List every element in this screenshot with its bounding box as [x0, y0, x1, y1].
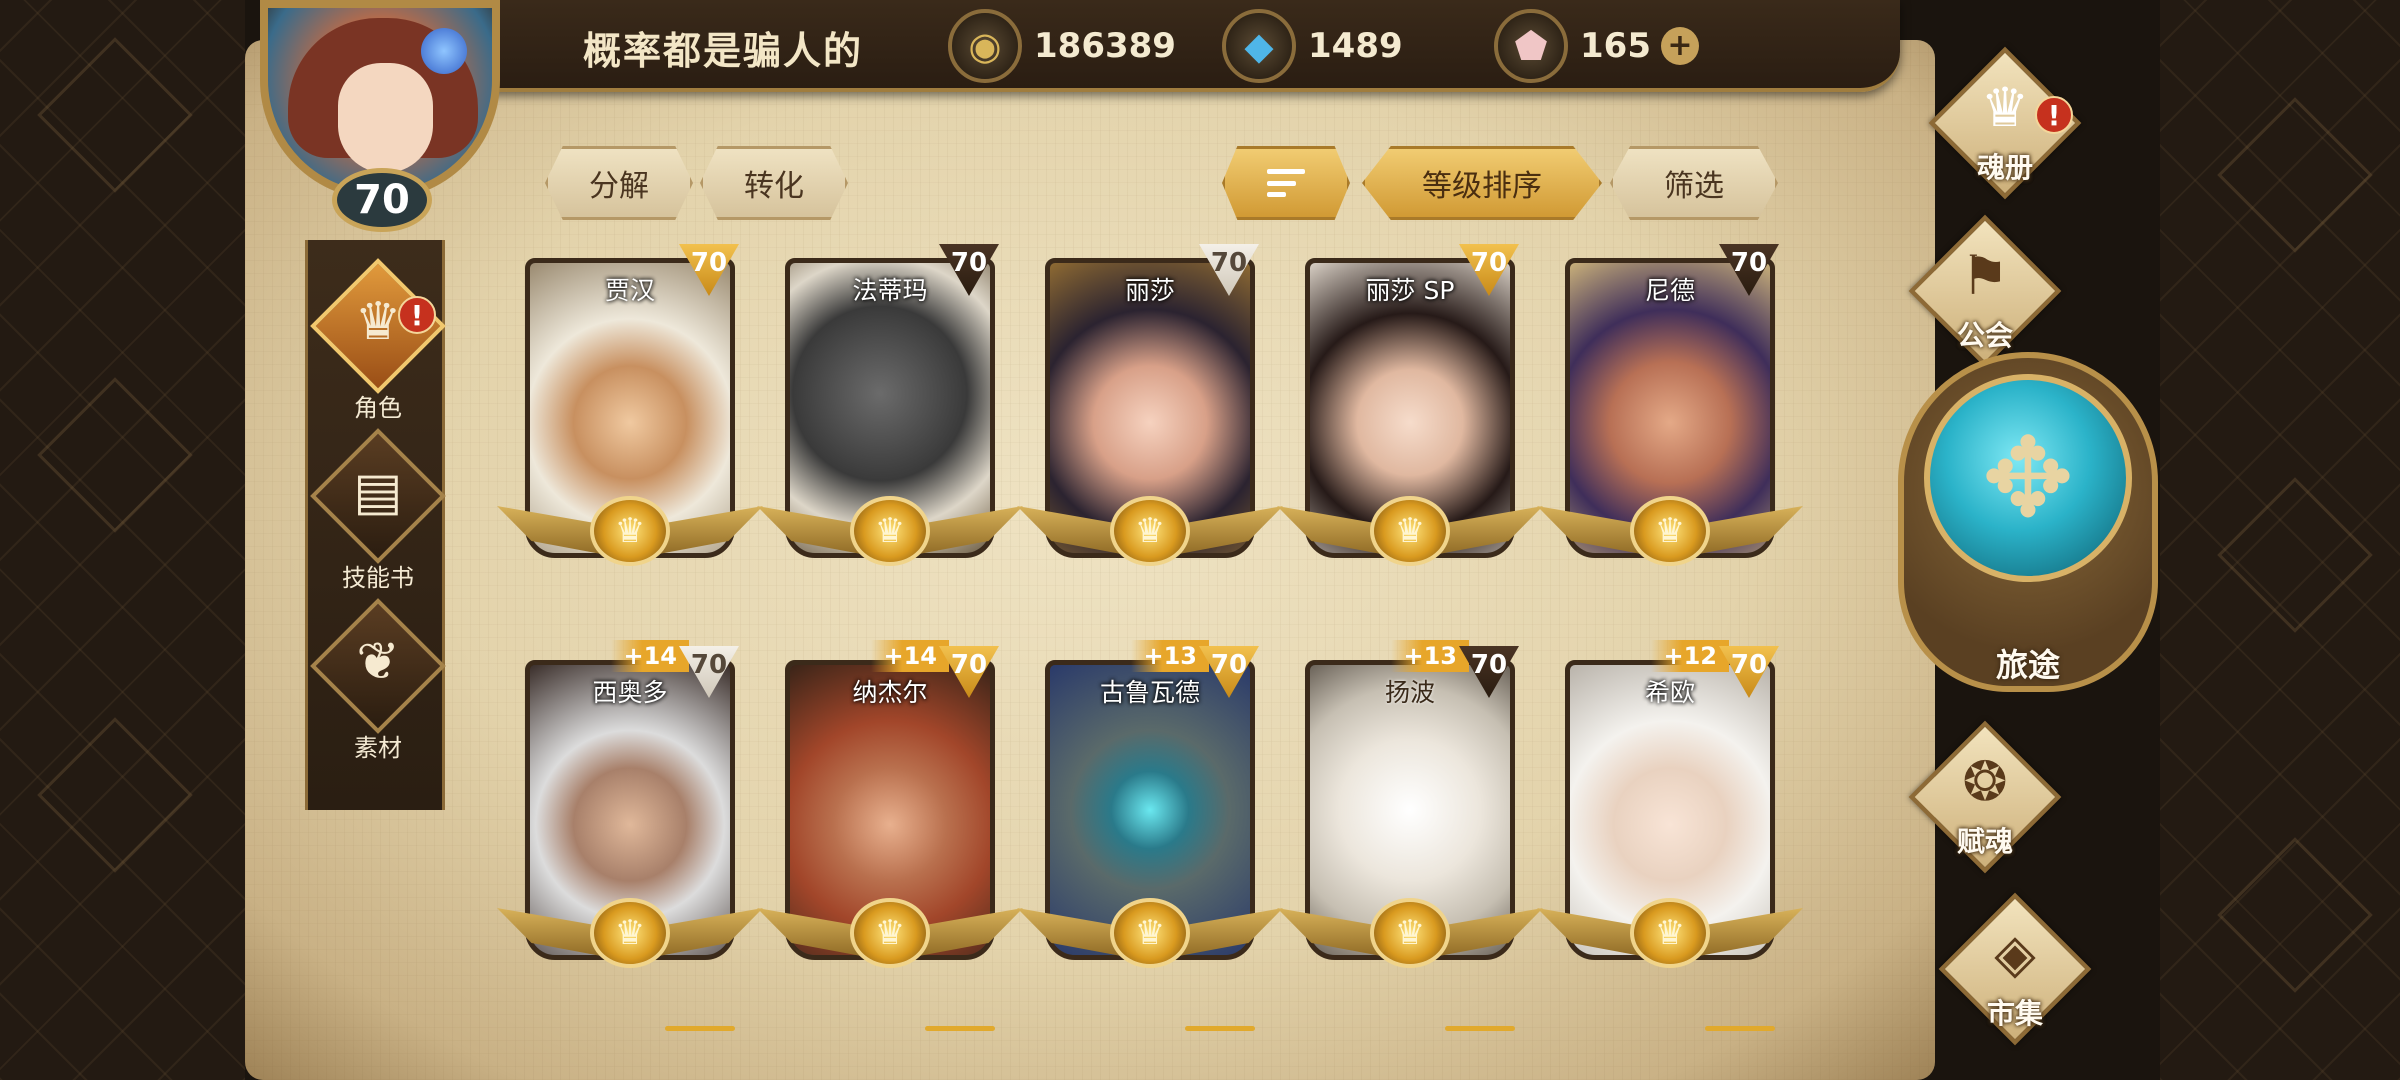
crown-icon: ♛ [1110, 496, 1190, 566]
crown-icon: ♛ [590, 496, 670, 566]
rank-wings: ♛ [757, 898, 1023, 978]
rank-wings: ♛ [1017, 496, 1283, 576]
nav-item-skill-book[interactable]: ▤ 技能书 [308, 428, 448, 592]
currency-crystal[interactable]: ◆ 1489 [1222, 8, 1403, 84]
endow-soul-button[interactable]: ❂ 赋魂 [1880, 720, 2090, 874]
right-background [2160, 0, 2400, 1080]
crown-icon: ♛ [590, 898, 670, 968]
hero-card[interactable]: 尼德 70 ♛ [1537, 244, 1803, 568]
crown-icon: ♛ [1630, 898, 1710, 968]
hero-card[interactable]: 丽莎 70 ♛ [1017, 244, 1283, 568]
decorative-diamond [37, 717, 193, 873]
sort-order-button[interactable] [1222, 146, 1350, 220]
rank-wings: ♛ [1277, 898, 1543, 978]
decorative-diamond [2217, 97, 2373, 253]
hero-enhance-level: +14 [611, 640, 689, 672]
convert-button[interactable]: 转化 [700, 146, 848, 220]
add-gem-button[interactable]: + [1660, 27, 1699, 65]
market-button[interactable]: ◈ 市集 [1910, 892, 2120, 1046]
scroll-indicator [665, 1026, 735, 1031]
decompose-button[interactable]: 分解 [545, 146, 693, 220]
crown-icon: ♛ [1370, 496, 1450, 566]
alert-icon: ! [398, 296, 436, 334]
currency-gem[interactable]: ⬟ 165 + [1494, 8, 1699, 84]
material-icon: ❦ [356, 632, 400, 692]
decorative-diamond [2217, 477, 2373, 633]
currency-gold[interactable]: ◉ 186389 [948, 8, 1176, 84]
scroll-indicator [1445, 1026, 1515, 1031]
scroll-indicator [1705, 1026, 1775, 1031]
guild-flag-icon: ⚑ [1960, 244, 2010, 307]
hero-enhance-level: +12 [1651, 640, 1729, 672]
hero-card[interactable]: 法蒂玛 70 ♛ [757, 244, 1023, 568]
decorative-diamond [2217, 837, 2373, 993]
hero-enhance-level: +13 [1391, 640, 1469, 672]
hero-enhance-level: +13 [1131, 640, 1209, 672]
market-label: 市集 [1986, 997, 2043, 1030]
scroll-indicator [1185, 1026, 1255, 1031]
journey-label: 旅途 [1995, 646, 2060, 684]
rank-wings: ♛ [1277, 496, 1543, 576]
journey-button[interactable]: ✥ 旅途 [1898, 352, 2158, 712]
rank-wings: ♛ [1537, 898, 1803, 978]
crystal-value: 1489 [1308, 26, 1403, 66]
hero-card[interactable]: 古鲁瓦德 +13 70 ♛ [1017, 640, 1283, 970]
endow-soul-label: 赋魂 [1956, 825, 2013, 858]
filter-button[interactable]: 筛选 [1610, 146, 1778, 220]
avatar-face [338, 63, 433, 173]
hero-card[interactable]: 西奥多 +14 70 ♛ [497, 640, 763, 970]
decorative-diamond [37, 377, 193, 533]
blue-crystal-icon: ◆ [1222, 9, 1296, 83]
gem-value: 165 [1580, 26, 1651, 66]
sort-by-level-button[interactable]: 等级排序 [1362, 146, 1602, 220]
crown-icon: ♛ [850, 898, 930, 968]
rank-wings: ♛ [757, 496, 1023, 576]
crown-icon: ♛ [1630, 496, 1710, 566]
guild-button[interactable]: ⚑ 公会 [1880, 214, 2090, 368]
scroll-indicator [925, 1026, 995, 1031]
guild-label: 公会 [1956, 319, 2013, 352]
soul-flame-icon: ❂ [1962, 750, 2008, 813]
nav-label: 技能书 [342, 564, 414, 592]
gold-coin-icon: ◉ [948, 9, 1022, 83]
hero-card[interactable]: 扬波 +13 70 ♛ [1277, 640, 1543, 970]
rank-wings: ♛ [1537, 496, 1803, 576]
compass-icon: ✥ [1924, 374, 2132, 582]
gem-icon: ◈ [1994, 922, 2036, 985]
decorative-diamond [37, 37, 193, 193]
rank-wings: ♛ [1017, 898, 1283, 978]
soul-book-button[interactable]: ♛ 魂册 ! [1900, 46, 2110, 200]
hero-card[interactable]: 贾汉 70 ♛ [497, 244, 763, 568]
rank-wings: ♛ [497, 898, 763, 978]
nav-item-character[interactable]: ♛ 角色 ! [308, 258, 448, 422]
nav-item-material[interactable]: ❦ 素材 [308, 598, 448, 762]
soul-book-icon: ♛ [1980, 76, 2030, 139]
crown-icon: ♛ [1370, 898, 1450, 968]
gold-value: 186389 [1034, 26, 1176, 66]
sort-icon [1267, 169, 1305, 197]
crown-icon: ♛ [850, 496, 930, 566]
nav-label: 素材 [354, 734, 402, 762]
left-nav: ♛ 角色 ! ▤ 技能书 ❦ 素材 [305, 240, 448, 810]
pink-gem-icon: ⬟ [1494, 9, 1568, 83]
flower-icon [421, 28, 467, 74]
crown-icon: ♛ [1110, 898, 1190, 968]
hero-card[interactable]: 丽莎 SP 70 ♛ [1277, 244, 1543, 568]
rank-wings: ♛ [497, 496, 763, 576]
nav-label: 角色 [354, 394, 402, 422]
hero-card[interactable]: 纳杰尔 +14 70 ♛ [757, 640, 1023, 970]
player-name: 概率都是骗人的 [583, 29, 864, 73]
player-level-badge: 70 [332, 168, 432, 232]
hero-card[interactable]: 希欧 +12 70 ♛ [1537, 640, 1803, 970]
player-avatar-frame[interactable]: 70 [250, 0, 510, 240]
left-background [0, 0, 245, 1080]
alert-icon: ! [2035, 96, 2073, 134]
hero-enhance-level: +14 [871, 640, 949, 672]
skill-book-icon: ▤ [353, 462, 403, 522]
soul-book-label: 魂册 [1976, 151, 2033, 184]
